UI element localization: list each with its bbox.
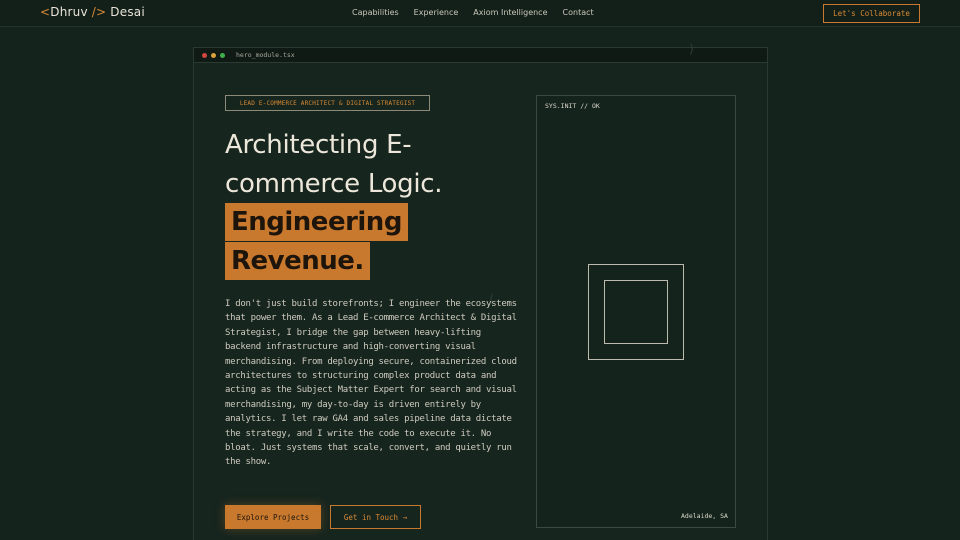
logo-slash: /> [91,5,107,19]
minimize-dot-icon [211,53,216,58]
hero-paragraph: I don't just build storefronts; I engine… [225,299,517,468]
headline-line-2: commerce Logic. [225,169,443,199]
system-status: SYS.INIT // OK [545,102,600,110]
logo-open-bracket: < [40,5,51,19]
decorative-paren-icon: ) [688,42,696,56]
nav-link-experience[interactable]: Experience [414,8,459,17]
location-label: Adelaide, SA [681,512,728,520]
collaborate-button[interactable]: Let's Collaborate [823,4,920,23]
window-titlebar: hero_module.tsx [194,48,767,63]
nav-link-capabilities[interactable]: Capabilities [352,8,399,17]
hero-headline: Architecting E- commerce Logic. [225,126,443,204]
maximize-dot-icon [220,53,225,58]
highlight-line-2: Revenue. [225,242,370,280]
role-badge: LEAD E-COMMERCE ARCHITECT & DIGITAL STRA… [225,95,430,111]
window-filename: hero_module.tsx [236,51,295,59]
highlight-line-1: Engineering [225,203,408,241]
get-in-touch-button[interactable]: Get in Touch → [330,505,421,529]
top-nav: <Dhruv /> Desai Capabilities Experience … [0,0,960,27]
nav-link-contact[interactable]: Contact [563,8,594,17]
nav-links: Capabilities Experience Axiom Intelligen… [352,8,594,17]
inner-square-graphic [604,280,668,344]
logo[interactable]: <Dhruv /> Desai [40,5,145,19]
explore-projects-button[interactable]: Explore Projects [225,505,321,529]
logo-last-name: Desai [110,5,145,19]
close-dot-icon [202,53,207,58]
nav-link-axiom-intelligence[interactable]: Axiom Intelligence [473,8,547,17]
logo-first-name: Dhruv [50,5,88,19]
headline-line-1: Architecting E- [225,130,412,160]
